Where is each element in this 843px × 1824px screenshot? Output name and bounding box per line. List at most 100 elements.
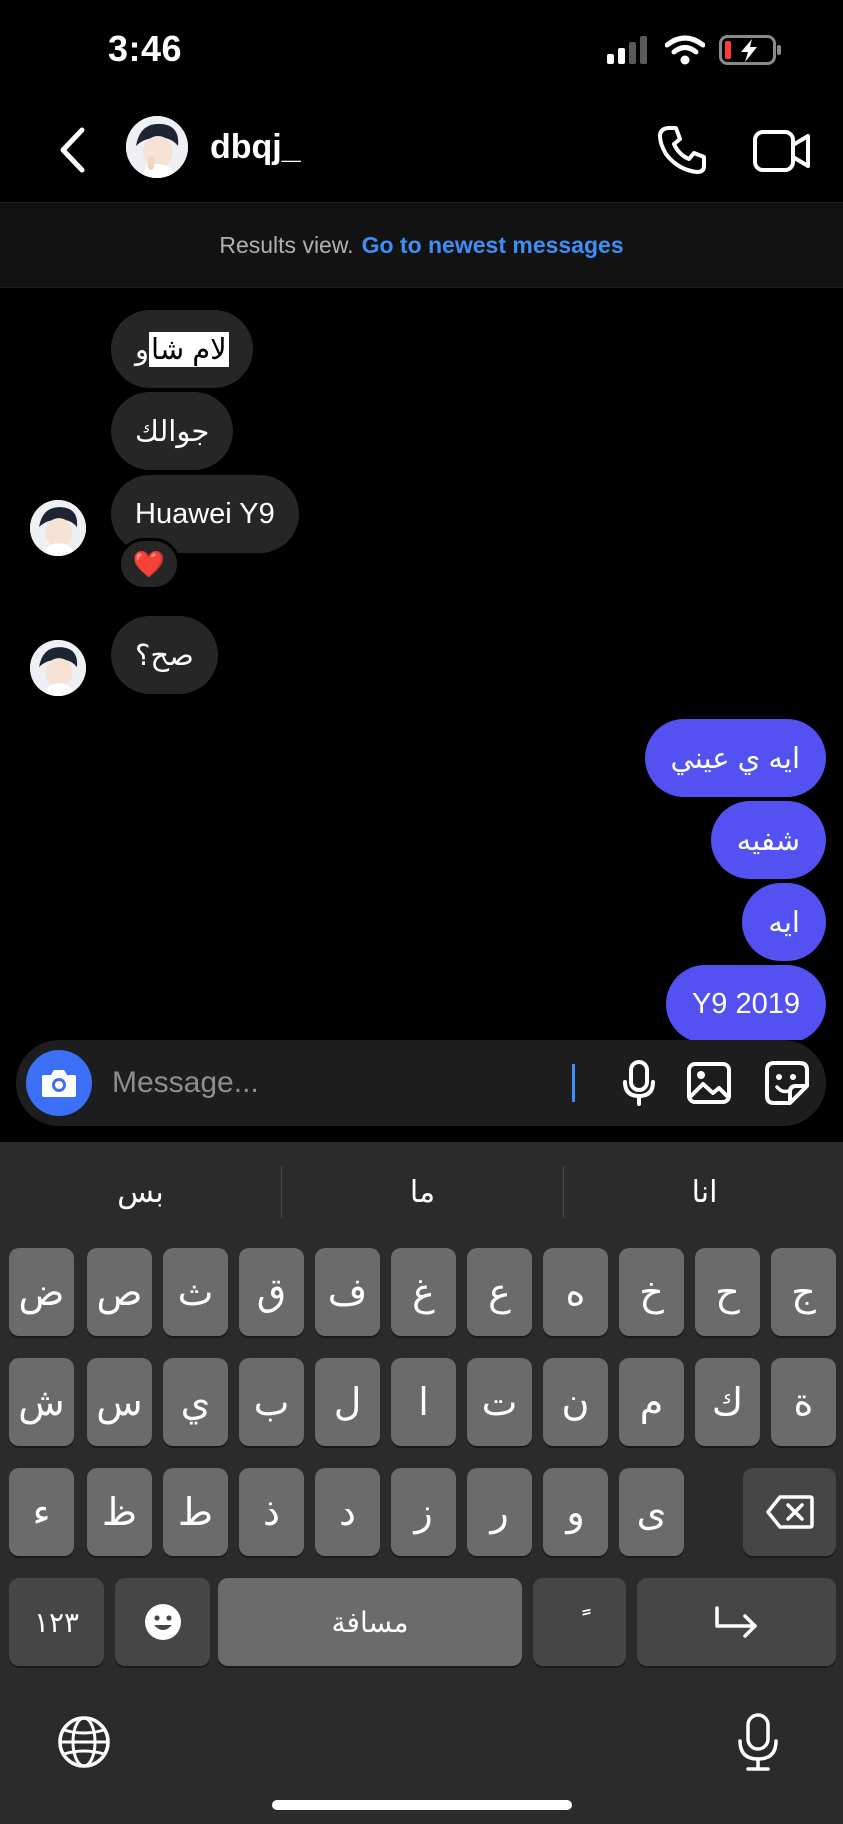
key[interactable]: ض <box>9 1248 74 1336</box>
message-text: و <box>135 333 150 366</box>
chevron-left-icon <box>60 127 85 173</box>
avatar-image <box>30 640 86 696</box>
key[interactable]: ج <box>771 1248 836 1336</box>
emoji-key[interactable] <box>115 1578 210 1666</box>
key[interactable]: د <box>315 1468 380 1556</box>
key[interactable]: س <box>87 1358 152 1446</box>
outgoing-message[interactable]: ايه ي عيني <box>644 719 826 797</box>
suggestion-item[interactable]: ما <box>282 1164 563 1220</box>
phone-icon <box>658 126 706 174</box>
status-bar: 3:46 <box>0 0 843 100</box>
avatar-image <box>126 116 188 178</box>
avatar-image <box>30 500 86 556</box>
return-key[interactable] <box>637 1578 836 1666</box>
contact-username[interactable]: dbqj_ <box>210 128 301 167</box>
outgoing-message[interactable]: Y9 2019 <box>665 965 826 1040</box>
go-to-newest-link[interactable]: Go to newest messages <box>362 232 624 259</box>
camera-button[interactable] <box>26 1050 92 1116</box>
message-input[interactable] <box>112 1058 572 1108</box>
microphone-icon <box>738 1713 778 1771</box>
gallery-button[interactable] <box>684 1058 734 1108</box>
incoming-message[interactable]: صح؟ <box>111 616 218 694</box>
message-text: Y9 2019 <box>691 987 800 1020</box>
results-view-banner: Results view. Go to newest messages <box>0 202 843 288</box>
camera-icon <box>42 1070 76 1097</box>
key[interactable]: ى <box>619 1468 684 1556</box>
arabic-keyboard: بس ما انا ض ص ث ق ف غ ع ه خ ح ج ش س ي ب … <box>0 1142 843 1824</box>
image-icon <box>687 1062 731 1104</box>
battery-low-charging-icon <box>719 35 781 65</box>
suggestion-item[interactable]: بس <box>0 1164 281 1220</box>
key[interactable]: ظ <box>87 1468 152 1556</box>
message-text: Huawei Y9 <box>135 497 275 530</box>
key[interactable]: ت <box>467 1358 532 1446</box>
heart-reaction[interactable]: ❤️ <box>118 538 180 590</box>
space-key[interactable]: مسافة <box>218 1578 522 1666</box>
key[interactable]: ط <box>163 1468 228 1556</box>
key[interactable]: م <box>619 1358 684 1446</box>
back-button[interactable] <box>50 122 94 178</box>
key[interactable]: ن <box>543 1358 608 1446</box>
emoji-icon <box>144 1604 181 1640</box>
diacritics-key[interactable]: ًً <box>533 1578 626 1666</box>
dictation-button[interactable] <box>728 1712 788 1772</box>
key[interactable]: ش <box>9 1358 74 1446</box>
status-icons <box>607 30 783 70</box>
message-text: ايه ي عيني <box>670 742 800 775</box>
key[interactable]: ف <box>315 1248 380 1336</box>
suggestion-bar: بس ما انا <box>0 1142 843 1242</box>
text-caret <box>572 1064 575 1102</box>
highlighted-search-match: لام شا <box>149 331 229 367</box>
key[interactable]: ز <box>391 1468 456 1556</box>
key[interactable]: خ <box>619 1248 684 1336</box>
message-composer <box>16 1040 826 1126</box>
sender-avatar[interactable] <box>30 500 86 556</box>
wifi-icon <box>665 35 705 65</box>
microphone-icon <box>623 1060 655 1106</box>
message-text: جوالك <box>135 415 210 448</box>
incoming-message[interactable]: لام شا و <box>111 310 253 388</box>
key[interactable]: ا <box>391 1358 456 1446</box>
voice-message-button[interactable] <box>614 1058 664 1108</box>
key[interactable]: غ <box>391 1248 456 1336</box>
globe-icon <box>58 1716 110 1768</box>
key[interactable]: ك <box>695 1358 760 1446</box>
avatar[interactable] <box>126 116 188 178</box>
key[interactable]: ق <box>239 1248 304 1336</box>
sticker-button[interactable] <box>762 1058 812 1108</box>
suggestion-item[interactable]: انا <box>564 1164 843 1220</box>
home-indicator[interactable] <box>272 1800 572 1810</box>
key[interactable]: ب <box>239 1358 304 1446</box>
voice-call-button[interactable] <box>656 124 708 176</box>
key[interactable]: ي <box>163 1358 228 1446</box>
key[interactable]: ح <box>695 1248 760 1336</box>
sticker-icon <box>765 1061 809 1105</box>
numbers-key[interactable]: ١٢٣ <box>9 1578 104 1666</box>
globe-button[interactable] <box>54 1712 114 1772</box>
key[interactable]: ة <box>771 1358 836 1446</box>
incoming-message[interactable]: جوالك <box>111 392 234 470</box>
key[interactable]: ذ <box>239 1468 304 1556</box>
key[interactable]: ء <box>9 1468 74 1556</box>
message-thread[interactable]: لام شا و جوالك Huawei Y9 ❤️ صح؟ ايه ي عين… <box>0 300 843 1040</box>
results-view-label: Results view. <box>219 231 354 258</box>
sender-avatar[interactable] <box>30 640 86 696</box>
video-call-button[interactable] <box>752 126 812 176</box>
key[interactable]: ث <box>163 1248 228 1336</box>
message-text: شفيه <box>736 824 800 857</box>
key[interactable]: ر <box>467 1468 532 1556</box>
chat-header: dbqj_ <box>0 100 843 200</box>
outgoing-message[interactable]: ايه <box>742 883 826 961</box>
return-icon <box>714 1606 757 1638</box>
message-text: صح؟ <box>135 639 194 672</box>
key[interactable]: ل <box>315 1358 380 1446</box>
key[interactable]: و <box>543 1468 608 1556</box>
delete-key[interactable] <box>743 1468 836 1556</box>
video-camera-icon <box>753 130 810 172</box>
delete-backward-icon <box>765 1495 814 1529</box>
key[interactable]: ص <box>87 1248 152 1336</box>
outgoing-message[interactable]: شفيه <box>710 801 826 879</box>
reaction-emoji: ❤️ <box>132 548 166 579</box>
key[interactable]: ه <box>543 1248 608 1336</box>
key[interactable]: ع <box>467 1248 532 1336</box>
